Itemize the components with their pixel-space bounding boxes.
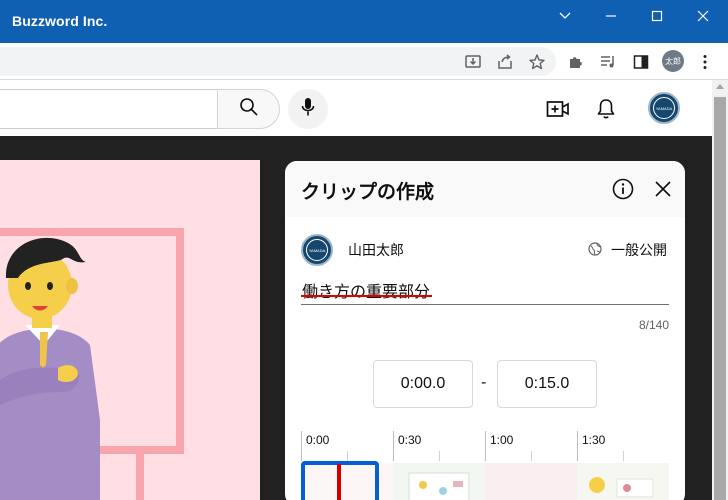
window-titlebar: Buzzword Inc. xyxy=(0,0,728,43)
scrollbar-thumb[interactable] xyxy=(714,97,726,500)
page-scrollbar[interactable] xyxy=(712,80,728,500)
timeline-minor-tick xyxy=(439,451,440,461)
profile-avatar[interactable]: 太郎 xyxy=(662,50,684,72)
share-icon[interactable] xyxy=(494,51,516,73)
close-icon[interactable] xyxy=(653,179,673,199)
channel-avatar: YAMADA xyxy=(301,234,333,266)
end-time-field[interactable]: 0:15.0 xyxy=(497,360,597,408)
timeline-thumbnail xyxy=(577,463,669,500)
create-video-icon[interactable] xyxy=(545,96,571,122)
timeline-ruler: 0:00 0:30 1:00 1:30 xyxy=(301,431,669,461)
extensions-icon[interactable] xyxy=(565,51,587,73)
minimize-button[interactable] xyxy=(588,0,634,32)
sidepanel-icon[interactable] xyxy=(630,51,652,73)
window-title: Buzzword Inc. xyxy=(12,13,108,29)
menu-dots-icon[interactable] xyxy=(694,51,716,73)
search-input[interactable] xyxy=(0,89,218,129)
video-player[interactable] xyxy=(0,160,260,500)
clip-title-underline xyxy=(301,295,432,297)
scroll-up-arrow-icon[interactable] xyxy=(716,84,724,89)
timeline-minor-tick xyxy=(623,451,624,461)
timeline-tick: 1:00 xyxy=(485,431,513,461)
visibility-label: 一般公開 xyxy=(611,242,667,258)
timeline-tick: 1:30 xyxy=(577,431,605,461)
tab-search-chevron-icon[interactable] xyxy=(542,0,588,32)
install-icon[interactable] xyxy=(462,51,484,73)
playhead[interactable] xyxy=(337,464,341,500)
timeline-thumbnail xyxy=(485,463,577,500)
timeline-minor-tick xyxy=(347,451,348,461)
info-icon[interactable] xyxy=(612,178,634,200)
panel-header: クリップの作成 xyxy=(285,161,685,217)
media-icon[interactable] xyxy=(597,51,619,73)
search-icon xyxy=(239,97,259,122)
microphone-icon xyxy=(301,97,315,122)
visibility-indicator: 一般公開 xyxy=(588,240,667,260)
presenter-illustration xyxy=(0,228,184,500)
char-counter: 8/140 xyxy=(638,318,669,332)
star-icon[interactable] xyxy=(526,51,548,73)
channel-avatar-text: YAMADA xyxy=(306,239,328,261)
time-separator: - xyxy=(481,374,487,391)
timeline-minor-tick xyxy=(531,451,532,461)
globe-icon xyxy=(588,241,602,259)
timeline-tick: 0:30 xyxy=(393,431,421,461)
voice-search-button[interactable] xyxy=(288,89,328,129)
close-window-button[interactable] xyxy=(680,0,726,32)
account-avatar-text: YAMADA xyxy=(653,97,675,119)
maximize-button[interactable] xyxy=(634,0,680,32)
browser-toolbar: 太郎 xyxy=(0,43,728,80)
panel-title: クリップの作成 xyxy=(301,182,435,203)
create-clip-panel: クリップの作成 YAMADA 山田太郎 一般公開 8/140 0:00.0 - … xyxy=(285,161,685,500)
search-button[interactable] xyxy=(217,89,280,129)
timeline-thumbnail xyxy=(393,463,485,500)
youtube-header: YAMADA xyxy=(0,80,712,136)
timeline-tick: 0:00 xyxy=(301,431,329,461)
account-avatar[interactable]: YAMADA xyxy=(648,92,680,124)
clip-title-input[interactable] xyxy=(301,275,669,305)
start-time-field[interactable]: 0:00.0 xyxy=(373,360,473,408)
channel-name: 山田太郎 xyxy=(348,242,404,258)
bell-icon[interactable] xyxy=(593,96,619,122)
